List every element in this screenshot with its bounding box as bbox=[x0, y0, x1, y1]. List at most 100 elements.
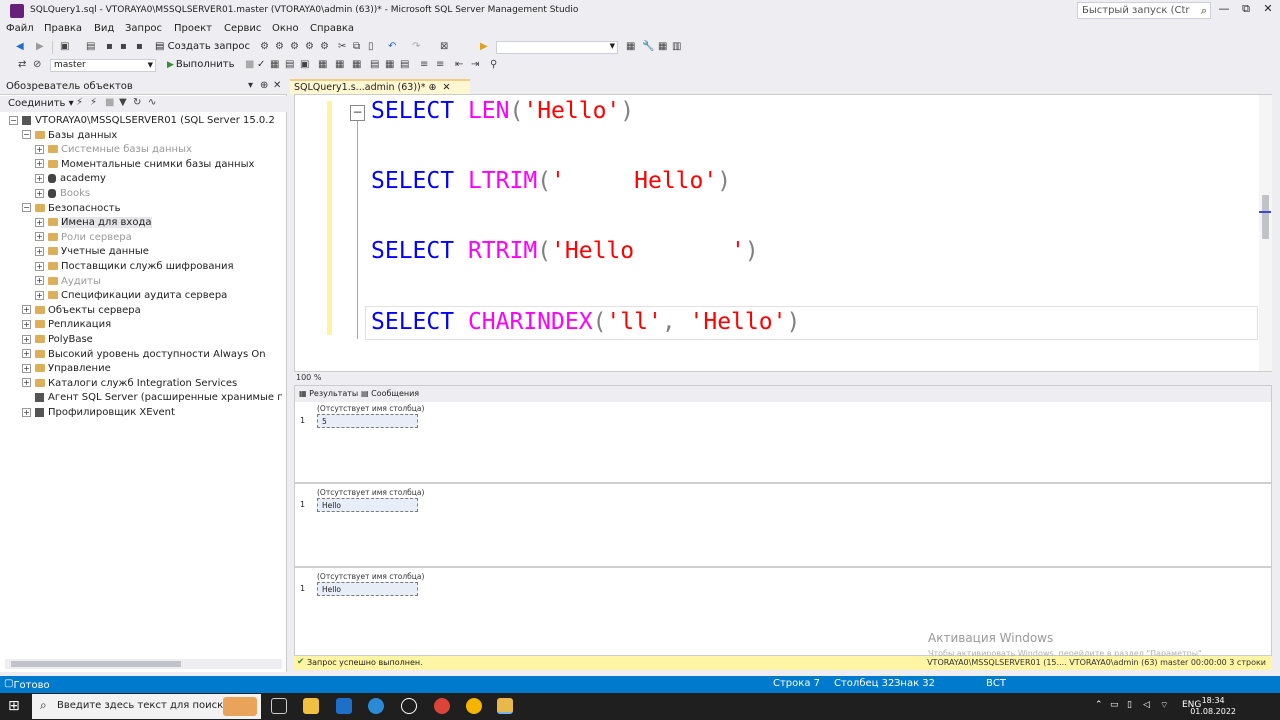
task-view-icon[interactable] bbox=[271, 698, 287, 714]
new-query-button[interactable]: ▤ Создать запрос bbox=[155, 41, 250, 52]
open-file-icon[interactable]: ▤ bbox=[86, 41, 95, 52]
minimize-button[interactable]: — bbox=[1213, 2, 1235, 18]
analysis-query-icon[interactable]: ⚙ bbox=[275, 41, 284, 52]
restore-button[interactable]: ⧉ bbox=[1235, 2, 1257, 18]
disconnect-server-icon[interactable]: ⚡ bbox=[90, 97, 97, 108]
pin-tab-icon[interactable]: ⊕ bbox=[429, 82, 437, 93]
disconnect-icon[interactable]: ⊘ bbox=[33, 59, 41, 70]
expand-icon[interactable]: + bbox=[22, 305, 31, 315]
tree-node[interactable]: + Поставщики служб шифрования bbox=[35, 260, 234, 274]
network-icon[interactable]: ▭ bbox=[1110, 700, 1119, 710]
expand-icon[interactable]: + bbox=[22, 334, 31, 344]
collapse-icon[interactable]: − bbox=[9, 115, 18, 125]
close-window-button[interactable]: ✕ bbox=[1257, 2, 1279, 18]
show-hidden-icons-icon[interactable]: ⌃ bbox=[1095, 700, 1103, 710]
tree-node[interactable]: + Моментальные снимки базы данных bbox=[35, 158, 254, 172]
expand-icon[interactable]: + bbox=[35, 173, 44, 183]
undo-icon[interactable]: ↶ bbox=[388, 41, 396, 52]
specify-values-icon[interactable]: ⚲ bbox=[490, 59, 497, 70]
results-text-icon[interactable]: ▤ bbox=[370, 59, 379, 70]
pin-icon[interactable]: ⊕ bbox=[260, 80, 268, 91]
expand-icon[interactable]: + bbox=[22, 319, 31, 329]
expand-icon[interactable]: + bbox=[35, 261, 44, 271]
battery-icon[interactable]: ▯ bbox=[1127, 700, 1132, 710]
expand-icon[interactable]: + bbox=[35, 276, 44, 286]
stop-icon[interactable]: ■ bbox=[105, 97, 114, 108]
quick-launch-input[interactable]: Быстрый запуск (Ctr ⌕ bbox=[1077, 2, 1211, 19]
collapse-icon[interactable]: − bbox=[22, 203, 31, 213]
uncomment-icon[interactable]: ≡ bbox=[436, 59, 444, 70]
tree-node[interactable]: − Безопасность bbox=[22, 202, 121, 216]
tree-node[interactable]: Агент SQL Server (расширенные хранимые г bbox=[22, 391, 283, 405]
solution-explorer-icon[interactable]: ▦ bbox=[626, 41, 635, 52]
tree-node[interactable]: + PolyBase bbox=[22, 333, 93, 347]
ssms-taskbar-icon[interactable] bbox=[497, 698, 513, 714]
clock[interactable]: 18:34 01.08.2022 bbox=[1190, 695, 1236, 717]
chrome-icon-2[interactable] bbox=[466, 698, 482, 714]
wifi-icon[interactable]: ⌔ bbox=[1160, 700, 1168, 711]
change-connection-icon[interactable]: ⇄ bbox=[18, 59, 26, 70]
tab-sqlquery1[interactable]: SQLQuery1.s...admin (63))* ⊕ ✕ bbox=[290, 79, 470, 95]
expand-icon[interactable]: + bbox=[22, 349, 31, 359]
tab-messages[interactable]: ▤ Сообщения bbox=[361, 389, 419, 398]
expand-icon[interactable]: + bbox=[22, 407, 31, 417]
result-cell[interactable]: 5 bbox=[317, 414, 418, 428]
xmla-query-icon[interactable]: ⚙ bbox=[320, 41, 329, 52]
column-header[interactable]: (Отсутствует имя столбца) bbox=[317, 404, 424, 413]
collapse-icon[interactable]: − bbox=[22, 130, 31, 140]
tree-node[interactable]: + Имена для входа bbox=[35, 216, 152, 230]
collapse-outline-icon[interactable]: − bbox=[350, 105, 365, 121]
tree-node[interactable]: + Books bbox=[35, 187, 90, 201]
tab-results[interactable]: ▦ Результаты bbox=[299, 389, 358, 398]
menu-help[interactable]: Справка bbox=[310, 23, 354, 34]
tree-node[interactable]: + Профилировщик XEvent bbox=[22, 406, 175, 420]
properties-icon[interactable]: 🔧 bbox=[642, 41, 654, 52]
expand-icon[interactable]: + bbox=[35, 188, 44, 198]
execute-button[interactable]: ▶ Выполнить bbox=[167, 59, 234, 70]
increase-indent-icon[interactable]: ⇥ bbox=[471, 59, 479, 70]
result-cell[interactable]: Hello bbox=[317, 582, 418, 596]
file-explorer-icon[interactable] bbox=[303, 698, 319, 714]
activity-icon[interactable]: ∿ bbox=[148, 97, 156, 108]
tree-node[interactable]: + Высокий уровень доступности Always On bbox=[22, 348, 266, 362]
save-all-icon[interactable]: ▪ bbox=[120, 41, 127, 52]
decrease-indent-icon[interactable]: ⇤ bbox=[455, 59, 463, 70]
expand-icon[interactable]: + bbox=[22, 363, 31, 373]
tree-node[interactable]: + Роли сервера bbox=[35, 231, 132, 245]
results-grid-icon[interactable]: ▦ bbox=[385, 59, 394, 70]
parse-icon[interactable]: ✓ bbox=[257, 59, 265, 70]
horizontal-scrollbar[interactable] bbox=[5, 659, 282, 669]
menu-view[interactable]: Вид bbox=[94, 23, 114, 34]
zoom-level[interactable]: 100 % bbox=[296, 373, 321, 382]
menu-edit[interactable]: Правка bbox=[44, 23, 82, 34]
editor-vertical-scrollbar[interactable] bbox=[1259, 95, 1272, 371]
menu-tools[interactable]: Сервис bbox=[224, 23, 261, 34]
paste-icon[interactable]: ▯ bbox=[368, 41, 374, 52]
edge-icon[interactable] bbox=[368, 698, 384, 714]
refresh-icon[interactable]: ↻ bbox=[133, 97, 141, 108]
sql-editor[interactable]: − SELECT LEN('Hello') SELECT LTRIM(' Hel… bbox=[294, 94, 1272, 372]
comment-icon[interactable]: ≡ bbox=[420, 59, 428, 70]
volume-icon[interactable]: ◁ bbox=[1143, 700, 1150, 710]
live-stats-icon[interactable]: ▦ bbox=[335, 59, 344, 70]
dmx-query-icon[interactable]: ⚙ bbox=[305, 41, 314, 52]
expand-icon[interactable]: + bbox=[35, 290, 44, 300]
mdx-query-icon[interactable]: ⚙ bbox=[290, 41, 299, 52]
expand-icon[interactable]: + bbox=[35, 159, 44, 169]
expand-icon[interactable]: + bbox=[22, 378, 31, 388]
forward-icon[interactable]: ▶ bbox=[36, 41, 44, 52]
copy-icon[interactable]: ⧉ bbox=[353, 41, 360, 52]
solution-config-dropdown[interactable]: ▼ bbox=[496, 41, 618, 54]
activity-monitor-icon[interactable]: ⊠ bbox=[440, 41, 448, 52]
intellisense-icon[interactable]: ▣ bbox=[300, 59, 309, 70]
cancel-execution-icon[interactable]: ■ bbox=[245, 59, 254, 70]
expand-icon[interactable]: + bbox=[35, 144, 44, 154]
save-icon[interactable]: ▪ bbox=[106, 41, 113, 52]
expand-icon[interactable]: + bbox=[35, 232, 44, 242]
tree-node[interactable]: − Базы данных bbox=[22, 129, 117, 143]
tree-node[interactable]: + Каталоги служб Integration Services bbox=[22, 377, 237, 391]
save-as-icon[interactable]: ▪ bbox=[136, 41, 143, 52]
database-selector[interactable]: master ▼ bbox=[50, 59, 156, 72]
menu-window[interactable]: Окно bbox=[272, 23, 299, 34]
tree-node[interactable]: + Управление bbox=[22, 362, 111, 376]
